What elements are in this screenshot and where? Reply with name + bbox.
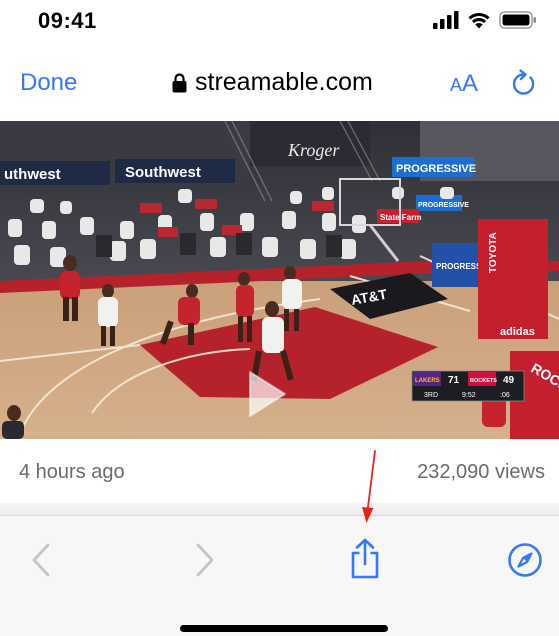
- play-icon[interactable]: [246, 369, 288, 419]
- bottom-toolbar: [0, 515, 559, 636]
- home-indicator: [180, 625, 388, 632]
- video-meta-row: 4 hours ago 232,090 views: [0, 439, 559, 503]
- video-player[interactable]: uthwest Southwest Kroger PROGRESSIVE PRO…: [0, 121, 559, 439]
- done-button[interactable]: Done: [20, 69, 77, 97]
- score-bug: LAKERS 71 ROCKETS 49 3RD 9:52 :06: [411, 370, 525, 402]
- banner-progressive-top: PROGRESSIVE: [396, 163, 476, 175]
- text-size-button[interactable]: AA: [450, 70, 478, 98]
- content-divider: [0, 503, 559, 515]
- score-left: 71: [448, 375, 460, 386]
- wifi-icon: [468, 12, 490, 29]
- score-team-right: ROCKETS: [470, 378, 497, 384]
- chevron-left-icon[interactable]: [30, 542, 52, 578]
- text-size-large-glyph: A: [462, 70, 479, 97]
- status-icons: [433, 11, 537, 29]
- score-shot-clock: :06: [500, 392, 510, 399]
- banner-kroger: Kroger: [287, 140, 340, 160]
- posted-time: 4 hours ago: [19, 461, 125, 483]
- stanchion-adidas: adidas: [500, 326, 535, 338]
- score-right: 49: [503, 375, 515, 386]
- banner-southwest-right: Southwest: [125, 164, 201, 181]
- battery-icon: [499, 11, 536, 29]
- banner-progressive-mid: PROGRESSIVE: [418, 202, 469, 209]
- score-clock: 9:52: [462, 392, 476, 399]
- view-count: 232,090 views: [417, 461, 545, 483]
- cellular-signal-icon: [433, 11, 459, 29]
- status-bar: 09:41: [0, 0, 559, 44]
- address-bar[interactable]: streamable.com: [172, 68, 373, 97]
- compass-icon[interactable]: [507, 542, 543, 578]
- share-icon[interactable]: [349, 538, 381, 580]
- safari-view: 09:41 Done streamable.com AA uthwest Sou…: [0, 0, 559, 636]
- status-time: 09:41: [38, 8, 97, 33]
- reload-icon[interactable]: [510, 68, 538, 98]
- text-size-small-glyph: A: [450, 75, 463, 95]
- banner-southwest-left: uthwest: [4, 166, 61, 183]
- lock-icon: [172, 72, 187, 92]
- browser-header: Done streamable.com AA: [0, 60, 559, 106]
- score-quarter: 3RD: [424, 392, 438, 399]
- url-text: streamable.com: [195, 68, 373, 96]
- stanchion-toyota: TOYOTA: [488, 232, 499, 273]
- chevron-right-icon[interactable]: [194, 542, 216, 578]
- score-team-left: LAKERS: [415, 378, 440, 384]
